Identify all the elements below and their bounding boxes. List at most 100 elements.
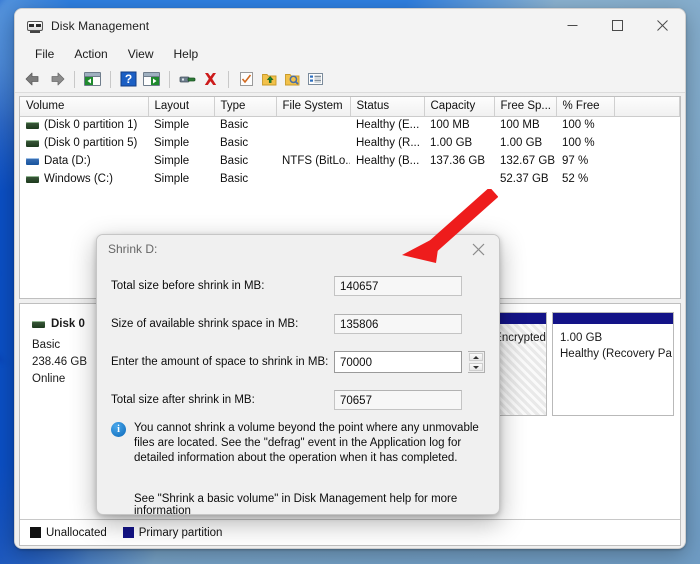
cell-layout: Simple: [154, 137, 190, 149]
dialog-title: Shrink D:: [108, 242, 158, 256]
drive-chip-green-icon: [26, 175, 39, 183]
partition-line1: 1.00 GB: [560, 332, 603, 344]
disk-management-icon: [27, 18, 43, 34]
cell-type: Basic: [220, 137, 249, 149]
column-header-layout[interactable]: Layout: [148, 97, 215, 117]
cell-type: Basic: [220, 119, 249, 132]
drive-chip-blue-icon: [26, 157, 39, 165]
forward-arrow-icon[interactable]: [46, 69, 67, 89]
stepper-down-button[interactable]: [469, 363, 483, 371]
cell-volume: (Disk 0 partition 5): [20, 134, 148, 152]
info-icon: i: [111, 422, 126, 437]
cell-free-space: 1.00 GB: [500, 137, 543, 149]
column-header-capacity[interactable]: Capacity: [424, 97, 495, 117]
cell-volume: Windows (C:): [20, 170, 148, 188]
cell-percent-free: 52 %: [562, 173, 589, 185]
help-icon[interactable]: ?: [118, 69, 139, 89]
cell-type: Basic: [220, 173, 249, 185]
partition-line2: Healthy (Recovery Pa: [560, 348, 672, 360]
cell-layout: Simple: [154, 119, 190, 132]
search-icon[interactable]: [282, 69, 303, 89]
delete-icon[interactable]: [200, 69, 221, 89]
info-note: i You cannot shrink a volume beyond the …: [111, 421, 485, 466]
available-shrink-space-value: 135806: [334, 314, 462, 334]
partition-color-bar: [553, 313, 673, 324]
column-header-status[interactable]: Status: [350, 97, 425, 117]
total-size-after-shrink-value: 70657: [334, 390, 462, 410]
toolbar-separator: [169, 70, 170, 88]
cell-layout: Simple: [154, 155, 190, 167]
properties-icon[interactable]: [177, 69, 198, 89]
menu-bar: File Action View Help: [15, 42, 685, 66]
cell-percent-free: 97 %: [562, 155, 589, 167]
cell-status: Healthy (B...: [356, 155, 420, 167]
volume-label: Data (D:): [44, 155, 91, 167]
drive-chip-green-icon: [26, 121, 39, 129]
field-label: Total size before shrink in MB:: [111, 280, 265, 292]
cell-capacity: 100 MB: [430, 119, 470, 132]
dialog-close-button[interactable]: [457, 235, 499, 263]
column-header-filler: [614, 97, 680, 117]
svg-text:?: ?: [125, 72, 132, 86]
partition-block[interactable]: 1.00 GB Healthy (Recovery Pa: [552, 312, 674, 416]
menu-item-action[interactable]: Action: [64, 45, 117, 63]
toolbar-separator: [228, 70, 229, 88]
column-header-volume[interactable]: Volume: [20, 97, 149, 117]
total-size-before-shrink-value: 140657: [334, 276, 462, 296]
detail-view-icon[interactable]: [305, 69, 326, 89]
menu-item-file[interactable]: File: [25, 45, 64, 63]
cell-percent-free: 100 %: [562, 119, 595, 132]
toolbar-separator: [110, 70, 111, 88]
field-label: Total size after shrink in MB:: [111, 394, 255, 406]
menu-item-help[interactable]: Help: [164, 45, 209, 63]
disk-name: Disk 0: [51, 318, 85, 330]
maximize-button[interactable]: [595, 9, 640, 42]
field-available-shrink-space: Size of available shrink space in MB: 13…: [111, 311, 485, 337]
cell-layout: Simple: [154, 173, 190, 185]
cell-file-system: [276, 170, 350, 188]
volume-label: Windows (C:): [44, 173, 114, 185]
table-row[interactable]: (Disk 0 partition 1) Simple Basic Health…: [20, 116, 680, 134]
column-header-file-system[interactable]: File System: [276, 97, 351, 117]
table-row[interactable]: Windows (C:) Simple Basic 52.37 GB 52 %: [20, 170, 680, 188]
help-text: See "Shrink a basic volume" in Disk Mana…: [134, 493, 458, 515]
minimize-button[interactable]: [550, 9, 595, 42]
shrink-dialog: Shrink D: Total size before shrink in MB…: [96, 234, 500, 515]
shrink-amount-stepper[interactable]: [468, 351, 485, 373]
window-titlebar[interactable]: Disk Management: [15, 9, 685, 42]
dialog-body: Total size before shrink in MB: 140657 S…: [97, 263, 499, 515]
table-row[interactable]: (Disk 0 partition 5) Simple Basic Health…: [20, 134, 680, 152]
volume-table-header-row: Volume Layout Type File System Status Ca…: [20, 97, 680, 117]
cell-filler: [614, 170, 680, 188]
cell-file-system: NTFS (BitLo...: [282, 155, 350, 167]
cell-capacity: 1.00 GB: [430, 137, 473, 149]
drive-chip-green-icon: [26, 139, 39, 147]
partition-body: 1.00 GB Healthy (Recovery Pa: [553, 324, 673, 415]
column-header-type[interactable]: Type: [214, 97, 277, 117]
cell-filler: [614, 116, 680, 134]
export-list-icon[interactable]: [259, 69, 280, 89]
show-hide-action-pane-icon[interactable]: [141, 69, 162, 89]
dialog-titlebar[interactable]: Shrink D:: [97, 235, 499, 263]
volume-label: (Disk 0 partition 5): [44, 137, 138, 149]
table-row[interactable]: Data (D:) Simple Basic NTFS (BitLo... He…: [20, 152, 680, 170]
cell-free-space: 132.67 GB: [500, 155, 555, 167]
back-arrow-icon[interactable]: [23, 69, 44, 89]
primary-partition-swatch-icon: [122, 527, 134, 538]
cell-filler: [614, 152, 680, 170]
cell-type: Basic: [220, 155, 249, 167]
menu-item-view[interactable]: View: [118, 45, 164, 63]
close-button[interactable]: [640, 9, 685, 42]
shrink-amount-input[interactable]: 70000: [334, 351, 462, 373]
drive-chip-green-icon: [32, 321, 45, 328]
field-total-size-before-shrink: Total size before shrink in MB: 140657: [111, 273, 485, 299]
stepper-up-button[interactable]: [469, 353, 483, 361]
column-header-free-space[interactable]: Free Sp...: [494, 97, 557, 117]
cell-status: Healthy (E...: [356, 119, 420, 132]
rescan-disks-icon[interactable]: [236, 69, 257, 89]
show-hide-console-tree-icon[interactable]: [82, 69, 103, 89]
column-header-percent-free[interactable]: % Free: [556, 97, 615, 117]
cell-status: Healthy (R...: [356, 137, 420, 149]
field-label: Size of available shrink space in MB:: [111, 318, 299, 330]
console-content: Volume Layout Type File System Status Ca…: [15, 93, 685, 548]
